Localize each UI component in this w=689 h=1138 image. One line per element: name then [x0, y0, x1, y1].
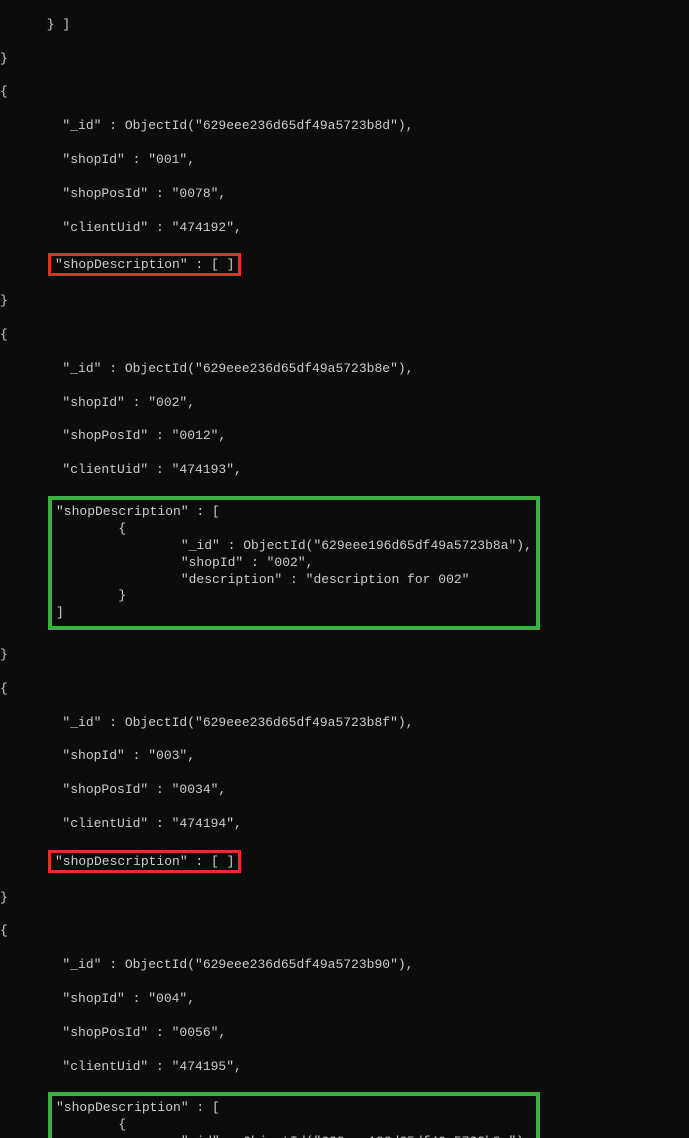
code-line: } — [0, 647, 689, 664]
highlight-empty-array: "shopDescription" : [ ] — [48, 850, 241, 873]
code-line: "_id" : ObjectId("629eee236d65df49a5723b… — [0, 715, 689, 732]
code-line: "description" : "description for 002" — [56, 572, 532, 589]
code-output: } ] } { "_id" : ObjectId("629eee236d65df… — [0, 0, 689, 1138]
code-line: { — [0, 681, 689, 698]
code-line: "shopId" : "003", — [0, 748, 689, 765]
code-line: "clientUid" : "474193", — [0, 462, 689, 479]
code-line: "clientUid" : "474195", — [0, 1059, 689, 1076]
highlight-populated-array: "shopDescription" : [ { "_id" : ObjectId… — [48, 496, 540, 630]
code-text: "shopDescription" : [ ] — [55, 257, 234, 272]
code-line: "_id" : ObjectId("629eee236d65df49a5723b… — [0, 957, 689, 974]
code-line: "shopId" : "002", — [0, 395, 689, 412]
code-line: "_id" : ObjectId("629eee236d65df49a5723b… — [0, 361, 689, 378]
code-line: "shopDescription" : [ — [56, 1100, 532, 1117]
highlight-empty-array: "shopDescription" : [ ] — [48, 253, 241, 276]
code-line: { — [0, 327, 689, 344]
code-line: ] — [56, 605, 532, 622]
highlight-populated-array: "shopDescription" : [ { "_id" : ObjectId… — [48, 1092, 540, 1138]
code-text: "shopDescription" : [ ] — [55, 854, 234, 869]
code-line: } — [0, 890, 689, 907]
code-line: { — [56, 1117, 532, 1134]
code-line: } — [0, 51, 689, 68]
code-line: "shopPosId" : "0056", — [0, 1025, 689, 1042]
code-line: "shopPosId" : "0078", — [0, 186, 689, 203]
code-line: "_id" : ObjectId("629eee236d65df49a5723b… — [0, 118, 689, 135]
code-line: "shopDescription" : [ — [56, 504, 532, 521]
code-line: { — [0, 84, 689, 101]
code-line: } — [0, 293, 689, 310]
code-line: "_id" : ObjectId("629eee196d65df49a5723b… — [56, 538, 532, 555]
code-line: "shopId" : "004", — [0, 991, 689, 1008]
code-line: } — [56, 588, 532, 605]
code-line: "_id" : ObjectId("629eee196d65df49a5723b… — [56, 1134, 532, 1138]
code-line: "shopPosId" : "0034", — [0, 782, 689, 799]
code-line: "clientUid" : "474192", — [0, 220, 689, 237]
code-line: "clientUid" : "474194", — [0, 816, 689, 833]
code-line: "shopId" : "001", — [0, 152, 689, 169]
code-line: { — [0, 923, 689, 940]
code-line: { — [56, 521, 532, 538]
code-line: "shopPosId" : "0012", — [0, 428, 689, 445]
code-line: } ] — [0, 17, 689, 34]
